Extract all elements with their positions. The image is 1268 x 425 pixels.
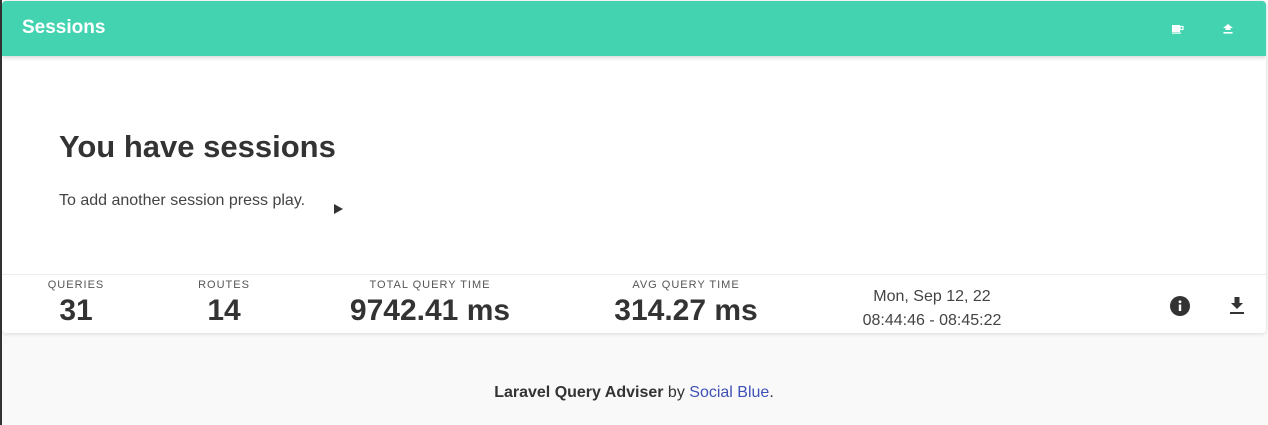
routes-label: ROUTES bbox=[198, 279, 250, 291]
sessions-card: Sessions You have sessions To add anothe… bbox=[2, 1, 1266, 333]
page-title: Sessions bbox=[22, 17, 106, 38]
footer-by: by bbox=[663, 384, 690, 401]
avg-query-time-label: AVG QUERY TIME bbox=[632, 279, 740, 291]
session-time-range: 08:44:46 - 08:45:22 bbox=[862, 312, 1002, 329]
info-button[interactable] bbox=[1168, 294, 1192, 318]
routes-value: 14 bbox=[207, 294, 241, 327]
play-button[interactable] bbox=[330, 201, 346, 217]
hero-title: You have sessions bbox=[59, 129, 336, 164]
download-icon bbox=[1230, 297, 1244, 314]
queries-stat: QUERIES 31 bbox=[36, 275, 116, 329]
session-datetime: Mon, Sep 12, 22 08:44:46 - 08:45:22 bbox=[842, 285, 1022, 333]
session-row[interactable]: QUERIES 31 ROUTES 14 TOTAL QUERY TIME 97… bbox=[2, 274, 1266, 333]
session-date: Mon, Sep 12, 22 bbox=[873, 288, 991, 305]
routes-stat: ROUTES 14 bbox=[184, 275, 264, 329]
footer-period: . bbox=[769, 384, 774, 401]
footer: Laravel Query Adviser by Social Blue. bbox=[0, 384, 1268, 402]
upload-icon bbox=[1223, 23, 1233, 34]
hero-text: To add another session press play. bbox=[59, 192, 306, 209]
upload-button[interactable] bbox=[1219, 20, 1237, 38]
queries-value: 31 bbox=[59, 294, 93, 327]
top-app-bar: Sessions bbox=[2, 1, 1266, 56]
play-icon bbox=[333, 204, 343, 214]
queries-label: QUERIES bbox=[47, 279, 105, 291]
total-query-time-value: 9742.41 ms bbox=[349, 294, 511, 327]
info-icon bbox=[1170, 296, 1190, 316]
coffee-button[interactable] bbox=[1169, 20, 1187, 38]
total-query-time-stat: TOTAL QUERY TIME 9742.41 ms bbox=[320, 275, 540, 329]
avg-query-time-value: 314.27 ms bbox=[614, 294, 758, 327]
avg-query-time-stat: AVG QUERY TIME 314.27 ms bbox=[586, 275, 786, 329]
footer-brand: Laravel Query Adviser bbox=[494, 384, 664, 401]
download-button[interactable] bbox=[1225, 294, 1249, 318]
total-query-time-label: TOTAL QUERY TIME bbox=[369, 279, 491, 291]
footer-link[interactable]: Social Blue bbox=[689, 384, 769, 401]
coffee-icon bbox=[1172, 25, 1184, 34]
